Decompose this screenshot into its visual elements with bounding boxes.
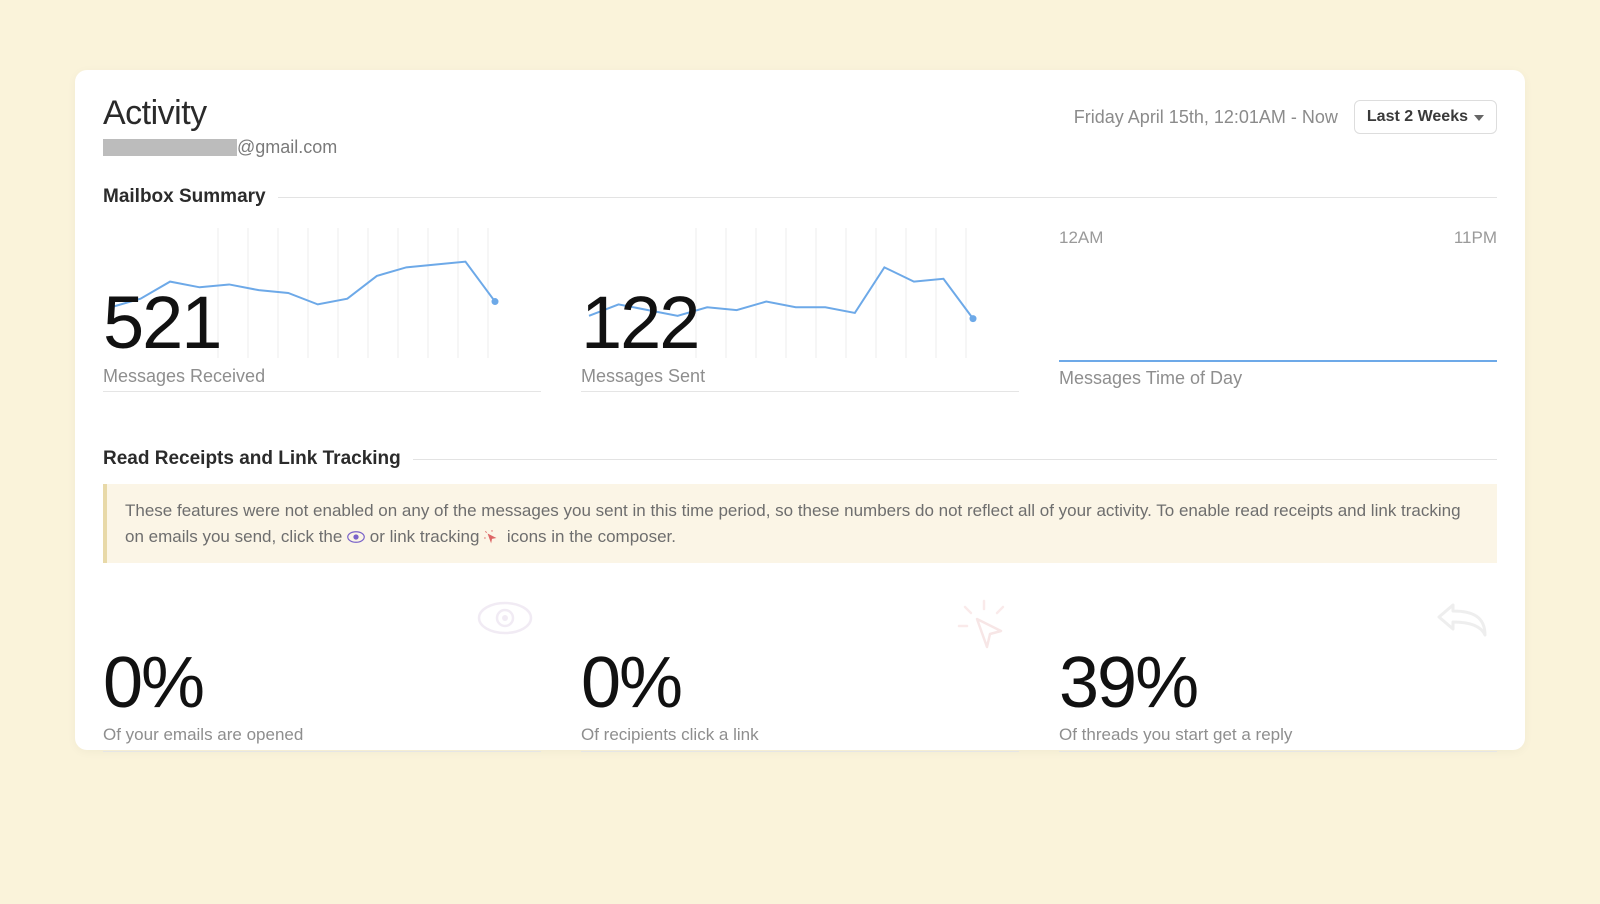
divider <box>278 197 1497 198</box>
date-range-text: Friday April 15th, 12:01AM - Now <box>1074 107 1338 128</box>
tod-end-label: 11PM <box>1454 228 1497 248</box>
time-of-day-bar-chart <box>1059 254 1497 362</box>
tod-bar <box>1461 360 1479 362</box>
tod-bar <box>1406 360 1424 362</box>
tod-bar <box>1424 360 1442 362</box>
notice-text-mid: or link tracking <box>370 527 484 546</box>
link-clicks-block: 0% Of recipients click a link <box>581 599 1019 752</box>
thread-replies-value: 39% <box>1059 647 1497 719</box>
cursor-click-icon <box>957 599 1011 653</box>
eye-icon <box>477 599 533 637</box>
tracking-grid: 0% Of your emails are opened 0% Of recip… <box>103 599 1497 752</box>
tod-bar <box>1296 360 1314 362</box>
messages-received-block: 521 Messages Received <box>103 228 541 392</box>
chevron-down-icon <box>1474 115 1484 121</box>
messages-time-of-day-block: 12AM 11PM Messages Time of Day <box>1059 228 1497 392</box>
tod-bar <box>1333 360 1351 362</box>
tod-bar <box>1187 360 1205 362</box>
tod-bar <box>1442 360 1460 362</box>
messages-sent-block: 122 Messages Sent <box>581 228 1019 392</box>
header-row: Activity @gmail.com Friday April 15th, 1… <box>103 94 1497 158</box>
tod-bar <box>1242 360 1260 362</box>
tod-bar <box>1059 360 1077 362</box>
emails-opened-value: 0% <box>103 647 541 719</box>
tracking-title: Read Receipts and Link Tracking <box>103 448 401 470</box>
time-range-label: Last 2 Weeks <box>1367 108 1468 126</box>
divider <box>413 459 1497 460</box>
email-suffix: @gmail.com <box>237 137 337 158</box>
cursor-click-icon <box>484 530 502 544</box>
eye-icon <box>347 530 365 544</box>
reply-icon <box>1435 599 1489 639</box>
tod-bar <box>1096 360 1114 362</box>
messages-sent-label: Messages Sent <box>581 366 1019 387</box>
link-clicks-value: 0% <box>581 647 1019 719</box>
tod-start-label: 12AM <box>1059 228 1103 248</box>
mailbox-summary-title: Mailbox Summary <box>103 186 266 208</box>
activity-card: Activity @gmail.com Friday April 15th, 1… <box>75 70 1525 750</box>
link-clicks-label: Of recipients click a link <box>581 725 1019 745</box>
tod-bar <box>1479 360 1497 362</box>
tod-bar <box>1388 360 1406 362</box>
tod-bar <box>1077 360 1095 362</box>
tod-bar <box>1278 360 1296 362</box>
messages-received-value: 521 <box>103 286 541 360</box>
time-of-day-label: Messages Time of Day <box>1059 368 1497 389</box>
header-right: Friday April 15th, 12:01AM - Now Last 2 … <box>1074 100 1497 134</box>
notice-text-before: These features were not enabled on any o… <box>125 501 1461 546</box>
tod-bar <box>1169 360 1187 362</box>
title-block: Activity @gmail.com <box>103 94 337 158</box>
tod-bar <box>1205 360 1223 362</box>
emails-opened-label: Of your emails are opened <box>103 725 541 745</box>
time-range-picker[interactable]: Last 2 Weeks <box>1354 100 1497 134</box>
thread-replies-label: Of threads you start get a reply <box>1059 725 1497 745</box>
tod-bar <box>1351 360 1369 362</box>
email-redacted <box>103 139 237 156</box>
tod-bar <box>1150 360 1168 362</box>
thread-replies-block: 39% Of threads you start get a reply <box>1059 599 1497 752</box>
tod-bar <box>1260 360 1278 362</box>
tod-bar <box>1369 360 1387 362</box>
tracking-notice: These features were not enabled on any o… <box>103 484 1497 563</box>
tracking-header: Read Receipts and Link Tracking <box>103 448 1497 470</box>
mailbox-summary-grid: 521 Messages Received 122 Messages Sent <box>103 228 1497 392</box>
mailbox-summary-header: Mailbox Summary <box>103 186 1497 208</box>
page-title: Activity <box>103 94 337 133</box>
account-email-row: @gmail.com <box>103 137 337 158</box>
tod-bar <box>1114 360 1132 362</box>
messages-sent-value: 122 <box>581 286 1019 360</box>
emails-opened-block: 0% Of your emails are opened <box>103 599 541 752</box>
notice-text-after: icons in the composer. <box>507 527 676 546</box>
tod-bar <box>1132 360 1150 362</box>
tod-bar <box>1315 360 1333 362</box>
messages-received-label: Messages Received <box>103 366 541 387</box>
tod-bar <box>1223 360 1241 362</box>
